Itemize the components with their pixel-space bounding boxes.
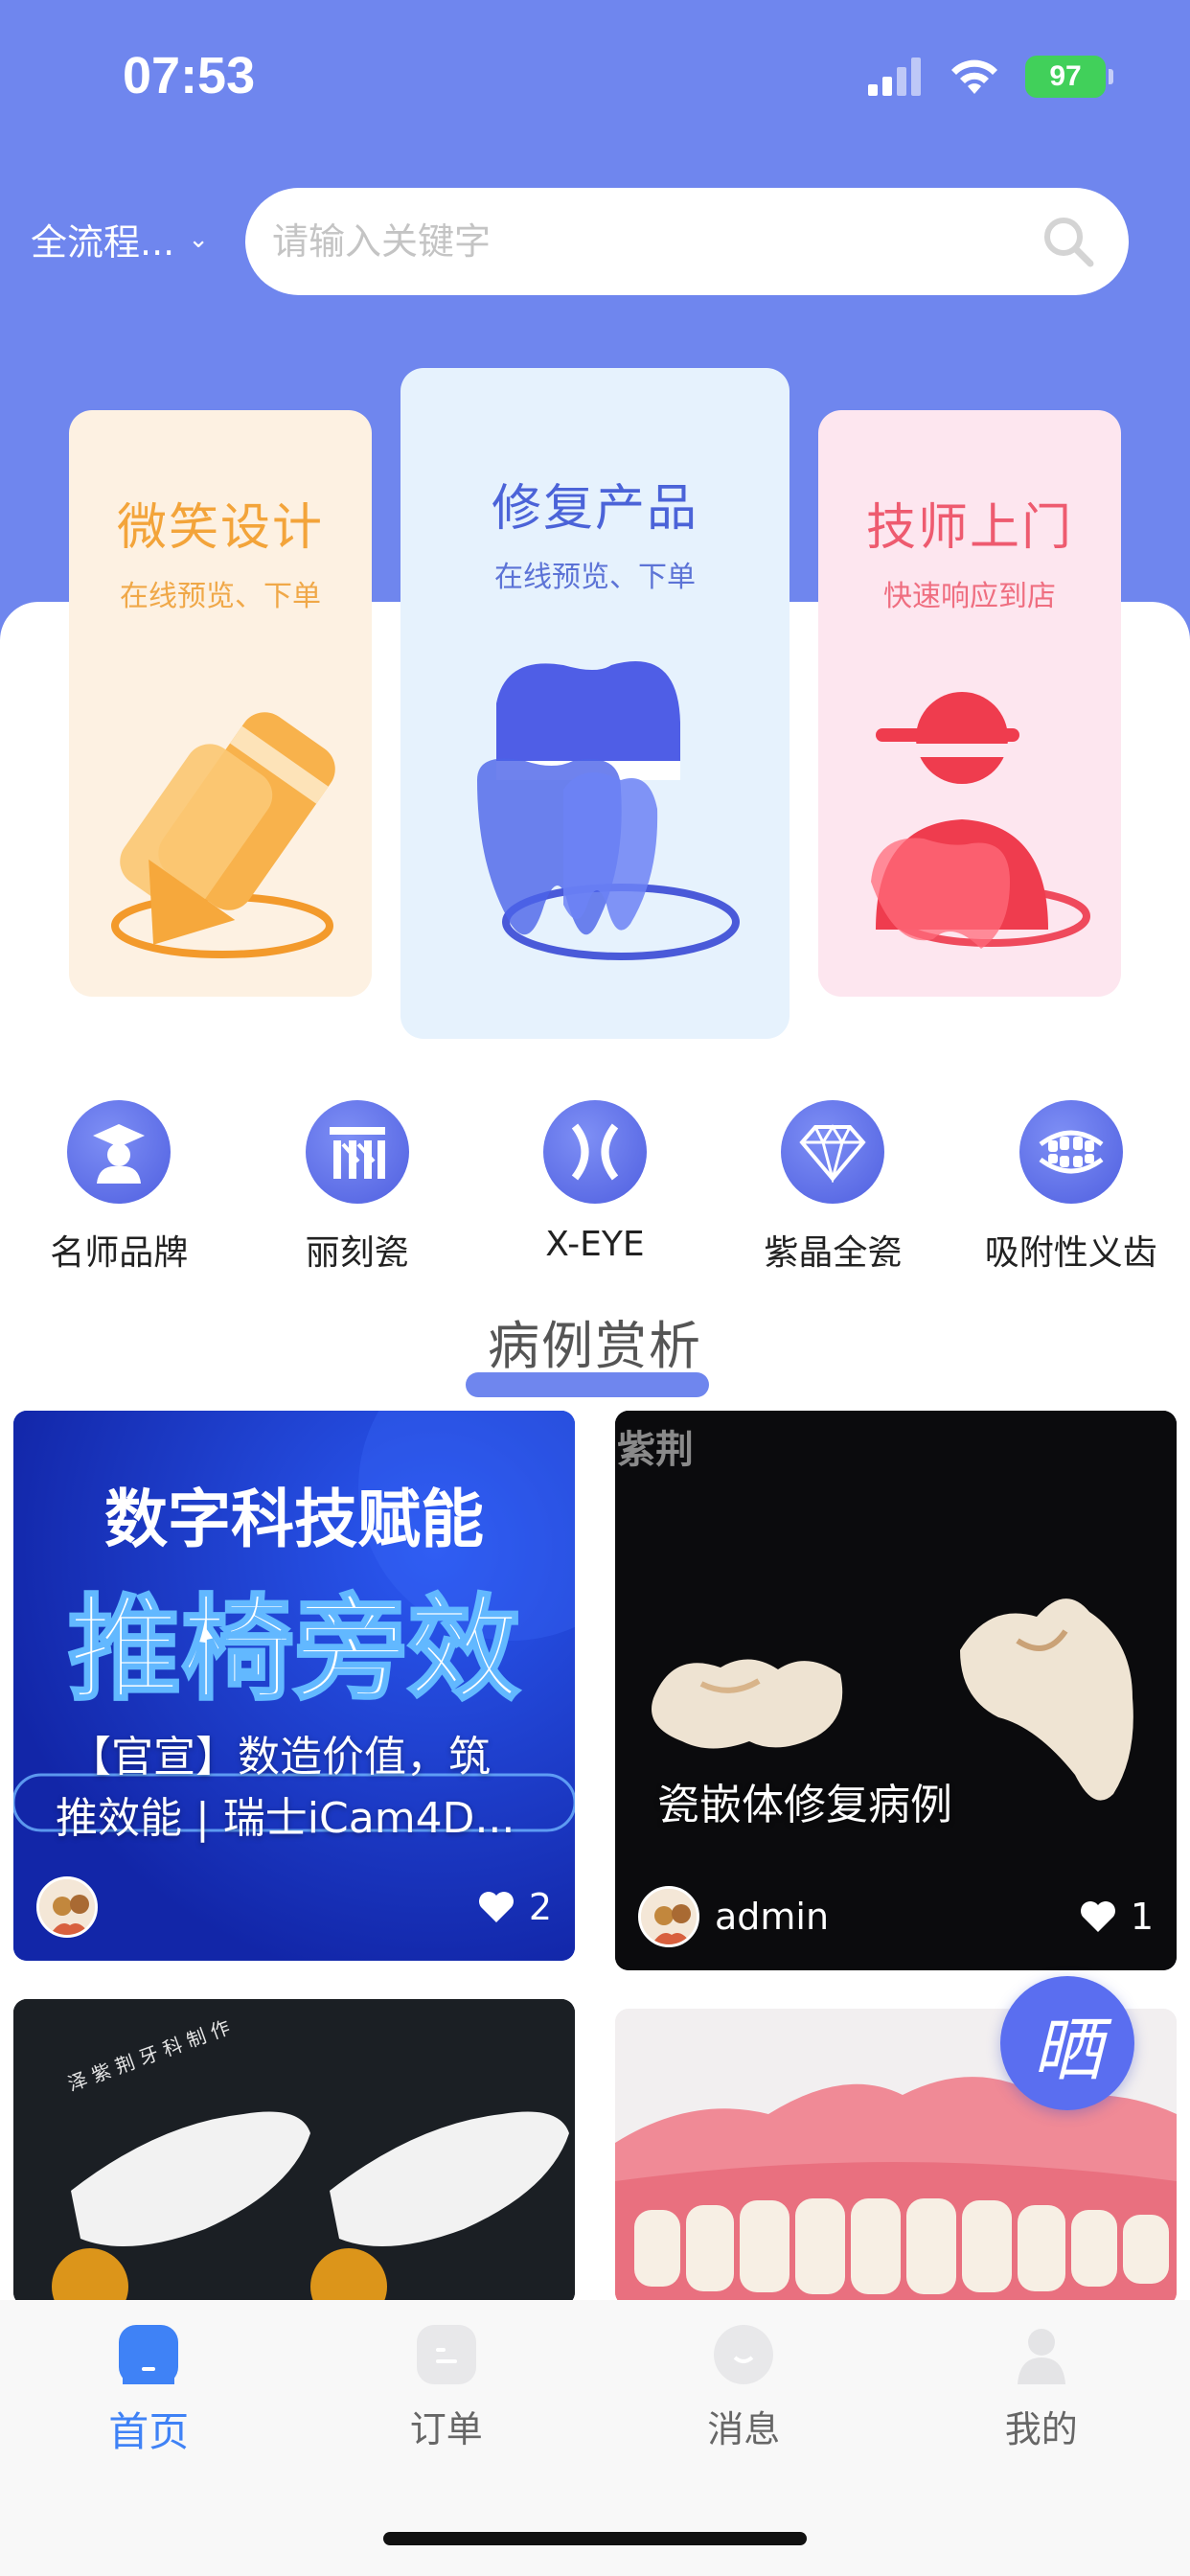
category-like-ci[interactable]: 丽刻瓷 [238,1100,475,1275]
x-eye-icon [542,1100,647,1204]
card-title: 微笑设计 [116,499,324,557]
diamond-icon [781,1100,885,1204]
case-author[interactable] [36,1876,113,1938]
case-card[interactable]: 泽 紫 荆 牙 科 制 作 [13,1999,575,2306]
category-label: 丽刻瓷 [305,1233,409,1273]
signal-icon [868,58,921,96]
repair-product-card[interactable]: 修复产品 在线预览、下单 [400,368,790,1039]
tab-label: 我的 [1004,2408,1078,2450]
heart-icon [1080,1901,1115,1932]
message-icon [714,2325,774,2384]
tooth-icon [477,661,740,960]
smile-design-card[interactable]: 微笑设计 在线预览、下单 [69,410,372,997]
category-famous-brand[interactable]: 名师品牌 [0,1100,238,1275]
technician-icon [871,692,1090,949]
case-cover-image: 泽 紫 荆 牙 科 制 作 [13,1999,575,2306]
home-indicator [383,2532,807,2545]
like-count: 2 [528,1886,552,1928]
category-label: 吸附性义齿 [984,1233,1157,1273]
tab-label: 订单 [409,2408,483,2450]
category-row: 名师品牌 丽刻瓷 X-EYE 紫晶全瓷 吸附性义齿 [0,1100,1190,1275]
search-input[interactable] [272,220,1041,263]
teacher-icon [67,1100,172,1204]
share-post-button[interactable]: 晒 [1000,1976,1134,2110]
avatar [638,1886,699,1947]
search-bar[interactable] [245,188,1129,295]
cover-headline-large: 推椅旁效 [68,1583,520,1715]
case-card[interactable]: 紫荆 瓷嵌体修复病例 admin 1 [615,1411,1177,1970]
category-x-eye[interactable]: X-EYE [476,1100,714,1275]
category-amethyst-ceramic[interactable]: 紫晶全瓷 [714,1100,951,1275]
card-title: 修复产品 [491,480,698,538]
category-label: X-EYE [545,1225,645,1264]
search-icon[interactable] [1041,214,1096,269]
orders-icon [416,2325,476,2384]
card-subtitle: 快速响应到店 [883,580,1056,613]
like-button[interactable]: 1 [1079,1896,1154,1938]
caption-line: 推效能 | 瑞士iCam4D... [56,1793,515,1843]
user-icon [1012,2325,1071,2384]
tab-profile[interactable]: 我的 [893,2300,1190,2576]
avatar [36,1876,98,1938]
technician-visit-card[interactable]: 技师上门 快速响应到店 [818,410,1121,997]
card-subtitle: 在线预览、下单 [494,561,696,594]
case-meta: admin 1 [638,1886,1154,1947]
like-count: 1 [1130,1896,1154,1938]
caption-line: 【官宣】数造价值，筑 [69,1733,491,1782]
tab-label: 消息 [707,2408,781,2450]
category-suction-denture[interactable]: 吸附性义齿 [952,1100,1190,1275]
section-title: 病例赏析 [488,1316,702,1376]
chevron-down-icon: ⌄ [188,224,210,254]
cover-watermark: 紫荆 [617,1428,694,1472]
pencil-icon [111,712,335,958]
case-author[interactable]: admin [638,1886,829,1947]
caption-line: 瓷嵌体修复病例 [657,1781,952,1829]
tab-label: 首页 [108,2408,190,2455]
heart-icon [478,1892,514,1922]
home-icon [119,2325,179,2384]
battery-icon: 97 [1025,56,1113,98]
case-caption: 瓷嵌体修复病例 [657,1775,952,1836]
card-title: 技师上门 [865,499,1073,557]
status-time: 07:53 [123,47,256,104]
like-button[interactable]: 2 [477,1886,552,1928]
tab-home[interactable]: 首页 [0,2300,298,2576]
card-subtitle: 在线预览、下单 [120,580,321,613]
category-label: 名师品牌 [50,1233,189,1273]
denture-icon [1018,1100,1123,1204]
author-name: admin [715,1896,830,1938]
category-label: 紫晶全瓷 [764,1233,903,1273]
case-caption: 【官宣】数造价值，筑 推效能 | 瑞士iCam4D... [56,1727,515,1850]
battery-level: 97 [1049,60,1082,92]
scope-label: 全流程... [31,221,175,264]
wifi-icon [951,59,997,94]
case-card[interactable]: 数字科技赋能 推椅旁效 【官宣】数造价值，筑 推效能 | 瑞士iCam4D...… [13,1411,575,1961]
scope-selector[interactable]: 全流程... ⌄ [31,213,209,265]
like-ci-logo-icon [305,1100,409,1204]
status-icons: 97 [868,56,1113,98]
cover-headline: 数字科技赋能 [104,1483,484,1556]
case-meta: 2 [36,1876,552,1938]
